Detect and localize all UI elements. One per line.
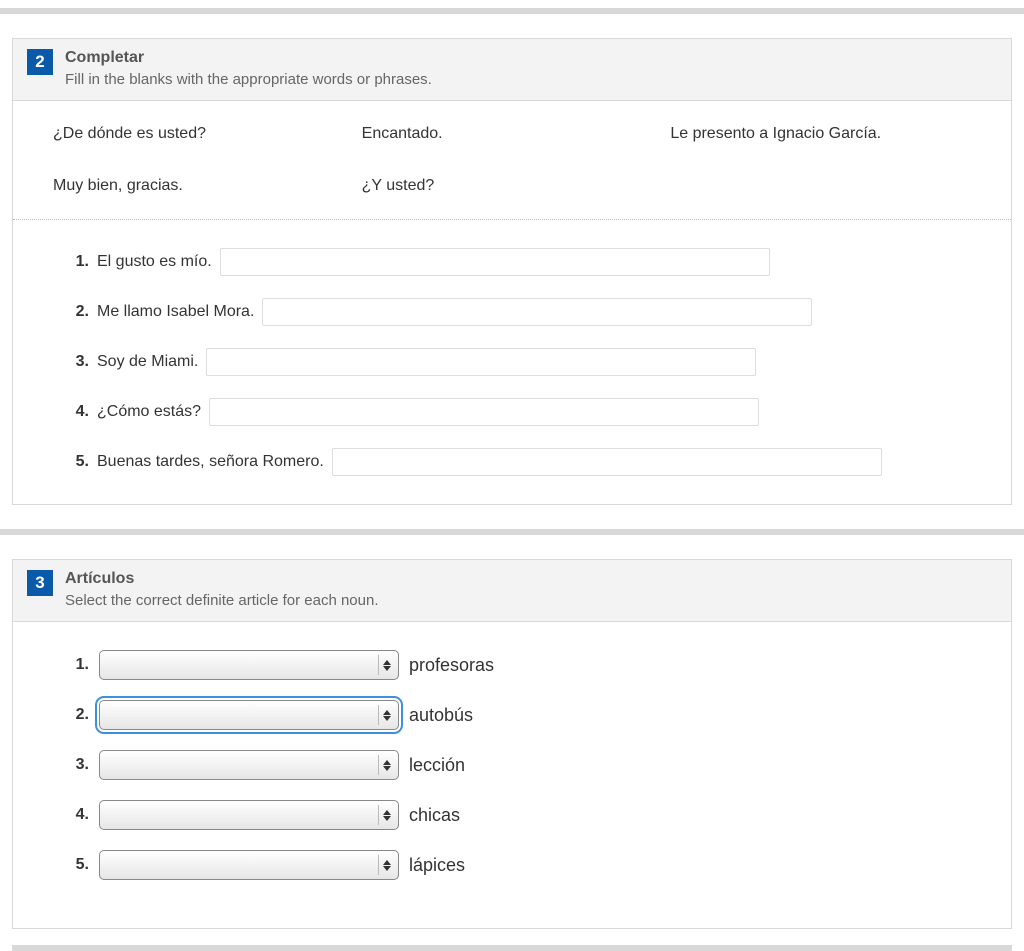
mid-divider	[0, 529, 1024, 535]
article-select[interactable]	[99, 650, 399, 680]
article-select[interactable]	[99, 800, 399, 830]
select-row: 1. profesoras	[69, 650, 971, 680]
question-number: 4.	[69, 806, 89, 824]
answer-input[interactable]	[206, 348, 756, 376]
question-prompt: Soy de Miami.	[97, 353, 198, 371]
select-arrows-icon	[378, 755, 394, 775]
select-row: 5. lápices	[69, 850, 971, 880]
answer-input[interactable]	[262, 298, 812, 326]
question-prompt: ¿Cómo estás?	[97, 403, 201, 421]
question-number: 1.	[69, 656, 89, 674]
section-header: 2 Completar Fill in the blanks with the …	[13, 39, 1011, 101]
bottom-divider	[12, 945, 1012, 951]
section-header: 3 Artículos Select the correct definite …	[13, 560, 1011, 622]
blank-row: 5. Buenas tardes, señora Romero.	[69, 448, 971, 476]
question-prompt: Me llamo Isabel Mora.	[97, 303, 254, 321]
section-articulos: 3 Artículos Select the correct definite …	[12, 559, 1012, 929]
select-arrows-icon	[378, 855, 394, 875]
noun-label: chicas	[409, 805, 460, 826]
question-number: 2.	[69, 303, 89, 321]
question-number: 2.	[69, 706, 89, 724]
noun-label: lápices	[409, 855, 465, 876]
select-row: 3. lección	[69, 750, 971, 780]
question-number: 5.	[69, 856, 89, 874]
question-number: 3.	[69, 353, 89, 371]
question-prompt: El gusto es mío.	[97, 253, 212, 271]
select-row: 2. autobús	[69, 700, 971, 730]
word-bank-item: Le presento a Ignacio García.	[670, 125, 971, 143]
word-bank: ¿De dónde es usted? Encantado. Le presen…	[13, 101, 1011, 219]
blank-row: 1. El gusto es mío.	[69, 248, 971, 276]
question-number: 3.	[69, 756, 89, 774]
section-number-badge: 2	[27, 49, 53, 75]
article-select[interactable]	[99, 850, 399, 880]
selects-list: 1. profesoras 2. autobús 3. lección 4.	[13, 622, 1011, 928]
word-bank-item: Encantado.	[362, 125, 663, 143]
question-number: 5.	[69, 453, 89, 471]
section-number-badge: 3	[27, 570, 53, 596]
top-divider	[0, 8, 1024, 14]
word-bank-item: ¿Y usted?	[362, 177, 663, 195]
answer-input[interactable]	[332, 448, 882, 476]
noun-label: lección	[409, 755, 465, 776]
question-number: 1.	[69, 253, 89, 271]
section-description: Select the correct definite article for …	[65, 592, 997, 609]
section-title: Completar	[65, 49, 997, 67]
article-select[interactable]	[99, 700, 399, 730]
blank-row: 2. Me llamo Isabel Mora.	[69, 298, 971, 326]
blanks-list: 1. El gusto es mío. 2. Me llamo Isabel M…	[13, 220, 1011, 504]
blank-row: 4. ¿Cómo estás?	[69, 398, 971, 426]
word-bank-item: ¿De dónde es usted?	[53, 125, 354, 143]
noun-label: autobús	[409, 705, 473, 726]
select-arrows-icon	[378, 705, 394, 725]
word-bank-item: Muy bien, gracias.	[53, 177, 354, 195]
question-number: 4.	[69, 403, 89, 421]
section-title: Artículos	[65, 570, 997, 588]
answer-input[interactable]	[209, 398, 759, 426]
answer-input[interactable]	[220, 248, 770, 276]
select-row: 4. chicas	[69, 800, 971, 830]
question-prompt: Buenas tardes, señora Romero.	[97, 453, 324, 471]
article-select[interactable]	[99, 750, 399, 780]
select-arrows-icon	[378, 805, 394, 825]
section-completar: 2 Completar Fill in the blanks with the …	[12, 38, 1012, 505]
section-description: Fill in the blanks with the appropriate …	[65, 71, 997, 88]
select-arrows-icon	[378, 655, 394, 675]
noun-label: profesoras	[409, 655, 494, 676]
blank-row: 3. Soy de Miami.	[69, 348, 971, 376]
